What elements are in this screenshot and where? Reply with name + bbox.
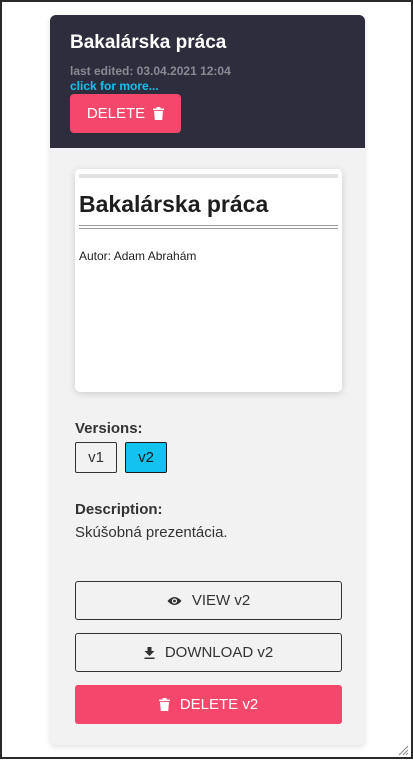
delete-version-button[interactable]: DELETE v2: [75, 685, 342, 724]
resize-grip-icon[interactable]: [397, 743, 409, 756]
download-icon: [144, 646, 155, 659]
preview-topbar: [79, 174, 338, 178]
versions-label: Versions:: [75, 420, 143, 437]
version-list: v1 v2: [75, 442, 167, 473]
version-button-v1[interactable]: v1: [75, 442, 117, 473]
trash-icon: [158, 698, 170, 711]
delete-presentation-button[interactable]: DELETE: [70, 94, 181, 133]
preview-doc-title: Bakalárska práca: [79, 191, 269, 217]
download-button-label: DOWNLOAD v2: [164, 644, 274, 661]
card-header: Bakalárska práca last edited: 03.04.2021…: [50, 15, 365, 148]
presentation-card: Bakalárska práca last edited: 03.04.2021…: [50, 15, 365, 745]
download-version-button[interactable]: DOWNLOAD v2: [75, 633, 342, 672]
presentation-title: Bakalárska práca: [70, 32, 227, 53]
preview-author: Autor: Adam Abrahám: [79, 249, 197, 263]
window-frame: Bakalárska práca last edited: 03.04.2021…: [0, 0, 413, 759]
view-version-button[interactable]: VIEW v2: [75, 581, 342, 620]
trash-icon: [153, 107, 165, 120]
description-label: Description:: [75, 501, 163, 518]
description-text: Skúšobná prezentácia.: [75, 524, 228, 541]
delete-button-label: DELETE: [86, 105, 146, 122]
preview-divider: [79, 225, 338, 226]
view-button-label: VIEW v2: [191, 592, 251, 609]
preview-divider: [79, 228, 338, 229]
click-for-more-link[interactable]: click for more...: [70, 79, 159, 93]
eye-icon: [167, 596, 182, 606]
last-edited-text: last edited: 03.04.2021 12:04: [70, 64, 231, 78]
slide-preview[interactable]: Bakalárska práca Autor: Adam Abrahám: [75, 169, 342, 392]
version-button-v2[interactable]: v2: [125, 442, 167, 473]
delete-version-label: DELETE v2: [179, 696, 259, 713]
